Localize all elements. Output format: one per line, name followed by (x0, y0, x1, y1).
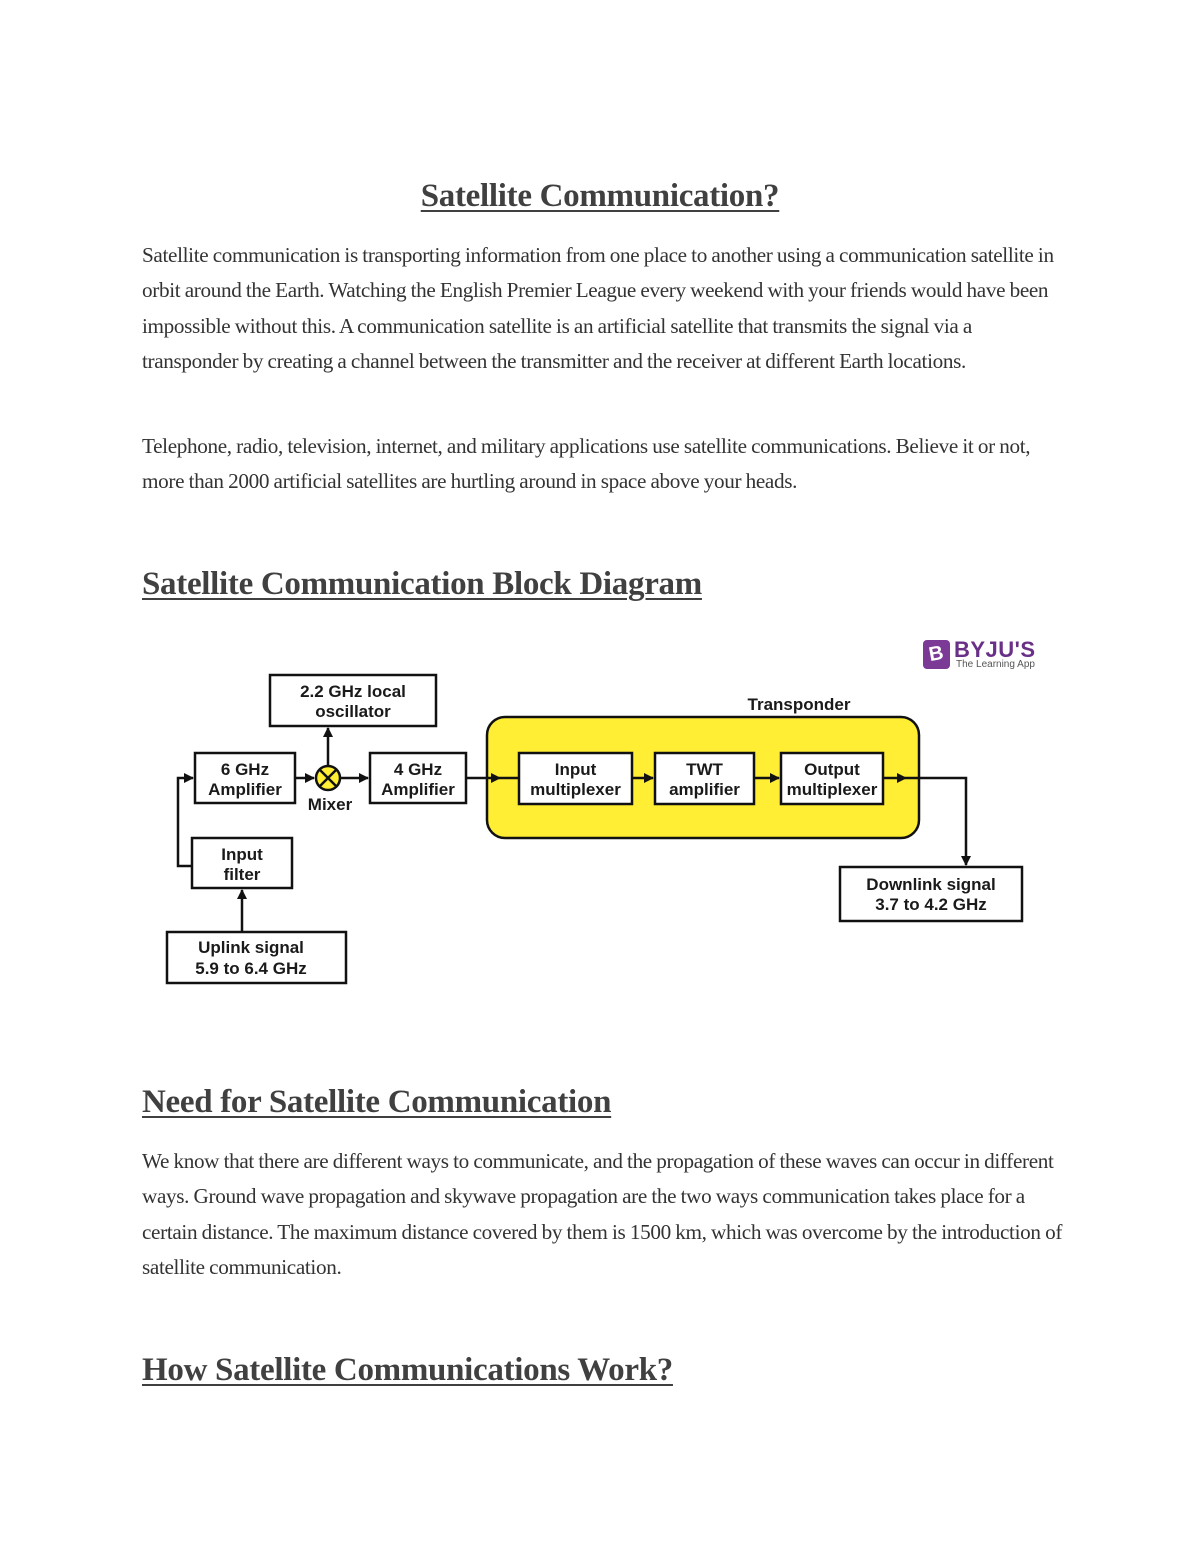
svg-text:6 GHz: 6 GHz (221, 760, 269, 779)
svg-text:2.2 GHz local: 2.2 GHz local (300, 682, 406, 701)
transponder-label: Transponder (748, 695, 851, 714)
block-diagram: Transponder 2.2 GHz local oscillator 6 G… (165, 673, 1024, 985)
section-heading-need: Need for Satellite Communication (142, 1084, 612, 1120)
need-paragraph: We know that there are different ways to… (142, 1149, 1063, 1279)
amplifier-4ghz-block: 4 GHz Amplifier (368, 751, 468, 805)
logo-tagline: The Learning App (956, 659, 1035, 670)
svg-text:Output: Output (804, 760, 860, 779)
input-multiplexer-block: Input multiplexer (517, 751, 634, 806)
svg-text:amplifier: amplifier (669, 780, 740, 799)
downlink-signal-block: Downlink signal 3.7 to 4.2 GHz (838, 865, 1024, 923)
page-title: Satellite Communication? (420, 178, 780, 214)
svg-text:3.7 to 4.2 GHz: 3.7 to 4.2 GHz (875, 895, 986, 914)
svg-text:Amplifier: Amplifier (381, 780, 455, 799)
byjus-logo: B BYJU'S The Learning App (923, 637, 1043, 674)
intro-paragraph-2: Telephone, radio, television, internet, … (142, 434, 1031, 494)
intro-paragraph-1: Satellite communication is transporting … (142, 243, 1054, 373)
section-heading-how: How Satellite Communications Work? (142, 1352, 673, 1388)
svg-text:oscillator: oscillator (315, 702, 391, 721)
svg-text:Input: Input (555, 760, 597, 779)
svg-text:4 GHz: 4 GHz (394, 760, 442, 779)
transponder-to-downlink-arrow (906, 776, 971, 866)
section-heading-block-diagram: Satellite Communication Block Diagram (142, 566, 702, 602)
amplifier-6ghz-block: 6 GHz Amplifier (193, 751, 297, 805)
logo-mark-icon: B (923, 640, 950, 669)
svg-text:Uplink signal: Uplink signal (198, 938, 304, 957)
svg-text:multiplexer: multiplexer (787, 780, 878, 799)
svg-text:filter: filter (224, 865, 261, 884)
svg-text:Amplifier: Amplifier (208, 780, 282, 799)
mixer-label: Mixer (308, 795, 353, 814)
oscillator-block: 2.2 GHz local oscillator (268, 673, 438, 728)
svg-text:5.9 to 6.4 GHz: 5.9 to 6.4 GHz (195, 959, 306, 978)
output-multiplexer-block: Output multiplexer (779, 751, 885, 806)
transponder-container (485, 715, 921, 840)
svg-text:multiplexer: multiplexer (530, 780, 621, 799)
mixer-icon (314, 764, 342, 792)
svg-text:TWT: TWT (686, 760, 723, 779)
twt-amplifier-block: TWT amplifier (653, 751, 756, 806)
filter-to-amp6-arrow (176, 773, 194, 868)
svg-text:Downlink signal: Downlink signal (866, 875, 995, 894)
connectors (176, 727, 971, 932)
svg-text:Input: Input (221, 845, 263, 864)
uplink-signal-block: Uplink signal 5.9 to 6.4 GHz (165, 930, 348, 985)
input-filter-block: Input filter (190, 836, 294, 890)
